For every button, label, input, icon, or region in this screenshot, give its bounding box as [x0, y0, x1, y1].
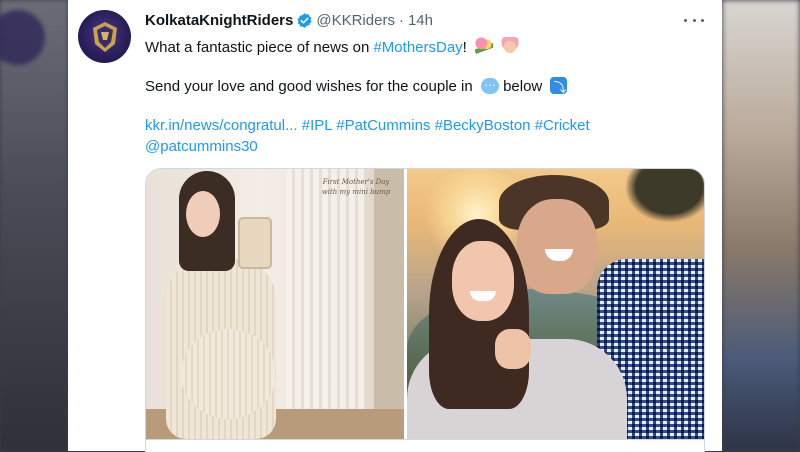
- background-blur-right: [722, 0, 800, 451]
- photo-mirror-selfie[interactable]: First Mother's Day with my mini bump: [146, 169, 404, 439]
- background-blur-left: [0, 0, 68, 451]
- hashtag-link[interactable]: #BeckyBoston: [435, 117, 531, 134]
- text-segment: What a fantastic piece of news on: [145, 39, 374, 56]
- hashtag-link[interactable]: #IPL: [302, 117, 332, 134]
- tweet-text-line-1: What a fantastic piece of news on #Mothe…: [145, 37, 520, 56]
- text-segment: Send your love and good wishes for the c…: [145, 78, 473, 95]
- article-link[interactable]: kkr.in/news/congratul...: [145, 117, 298, 134]
- kkr-logo-icon: [92, 21, 117, 52]
- arrow-down-return-emoji: [550, 77, 568, 96]
- speech-balloon-emoji: [480, 75, 499, 94]
- media-grid: First Mother's Day with my mini bump: [145, 168, 705, 452]
- text-segment: !: [462, 39, 467, 56]
- avatar[interactable]: [78, 10, 131, 63]
- tweet-header: KolkataKnightRiders @KKRiders · 14h: [145, 10, 433, 30]
- bouquet-emoji: [475, 37, 494, 55]
- tweet-timestamp[interactable]: 14h: [408, 12, 433, 29]
- mention-link[interactable]: @patcummins30: [145, 138, 258, 155]
- hashtag-link[interactable]: #PatCummins: [336, 117, 430, 134]
- ring-hand: [495, 329, 531, 369]
- tweet-links-line: kkr.in/news/congratul... #IPL #PatCummin…: [145, 117, 590, 134]
- hashtag-link[interactable]: #Cricket: [535, 117, 590, 134]
- tweet-card: KolkataKnightRiders @KKRiders · 14h What…: [68, 0, 722, 452]
- author-handle[interactable]: @KKRiders: [316, 12, 395, 29]
- baby-emoji: [501, 37, 520, 55]
- photo-couple-selfie[interactable]: [407, 169, 704, 439]
- verified-badge-icon: [297, 12, 313, 28]
- phone-shape: [238, 217, 272, 269]
- text-segment: below: [503, 78, 543, 95]
- separator-dot: ·: [398, 11, 404, 29]
- media-footer: [146, 439, 704, 452]
- author-name[interactable]: KolkataKnightRiders: [145, 12, 293, 29]
- photo-caption: First Mother's Day with my mini bump: [321, 178, 391, 196]
- more-options-icon[interactable]: [684, 12, 704, 28]
- tweet-mention-line: @patcummins30: [145, 138, 258, 155]
- tweet-text-line-2: Send your love and good wishes for the c…: [145, 75, 568, 96]
- hashtag-link[interactable]: #MothersDay: [373, 39, 462, 56]
